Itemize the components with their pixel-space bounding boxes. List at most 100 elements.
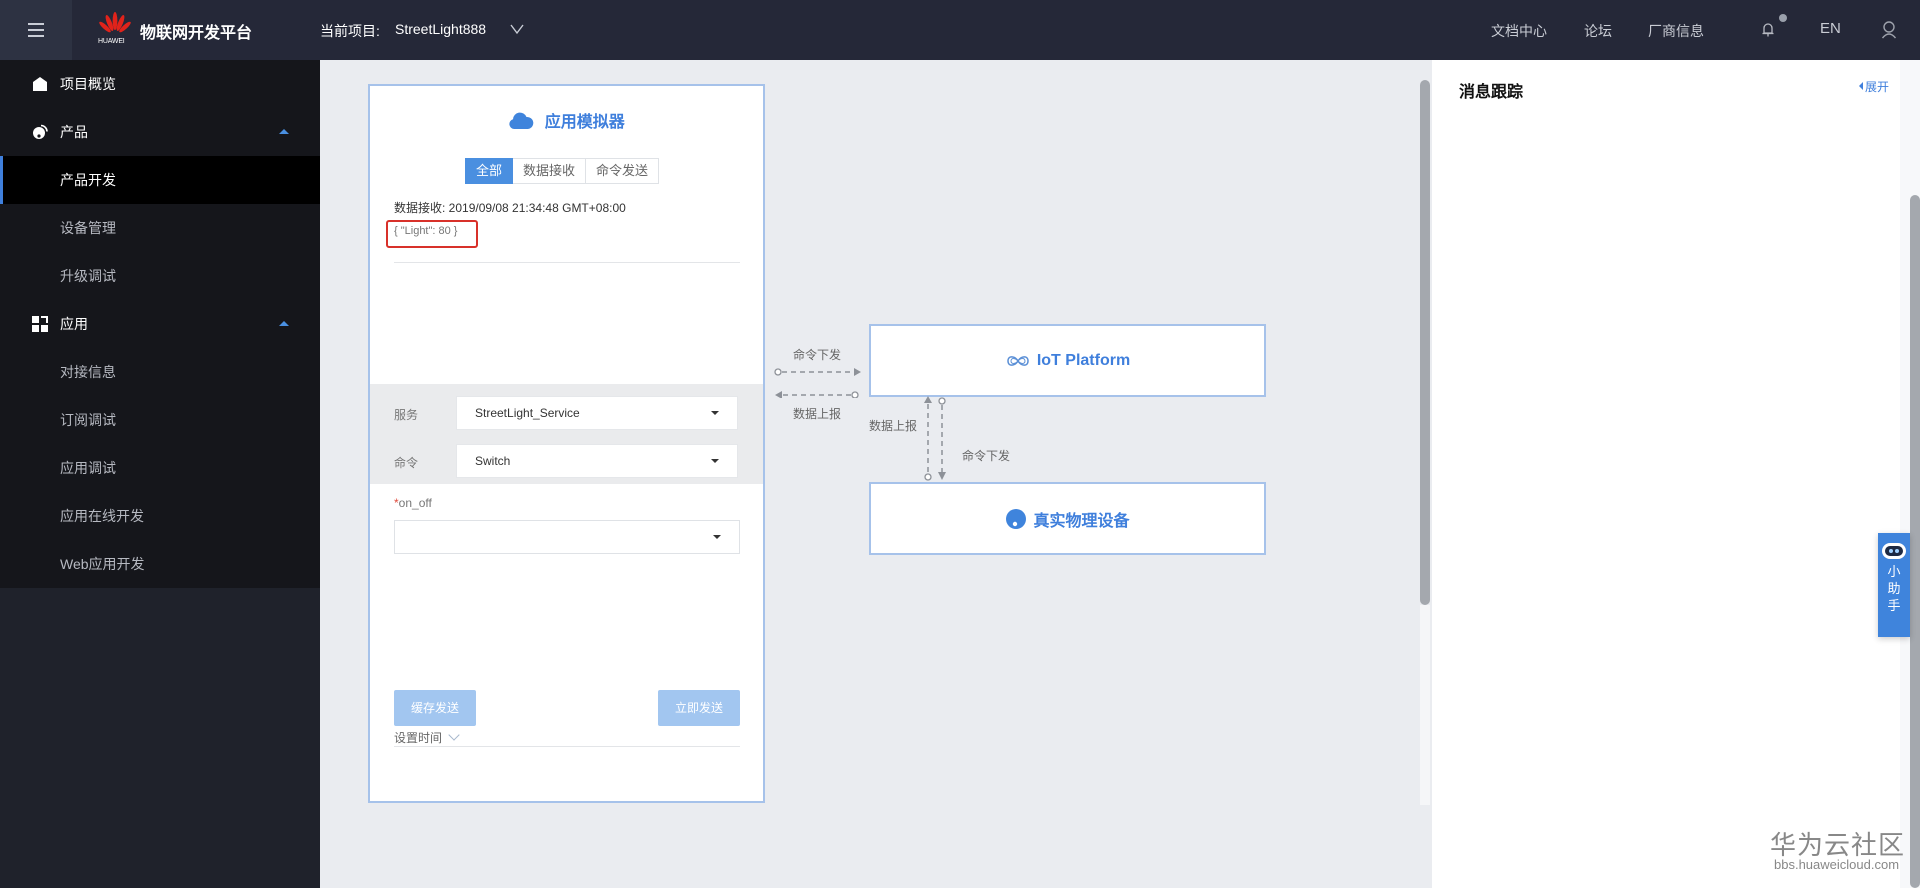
sidebar-item-device-mgmt[interactable]: 设备管理 — [0, 204, 320, 252]
divider — [394, 746, 740, 747]
caret-down-icon — [711, 411, 719, 415]
iot-platform-label: IoT Platform — [1036, 351, 1131, 369]
horizontal-arrows — [774, 368, 861, 398]
tab-data-receive[interactable]: 数据接收 — [513, 158, 587, 184]
flow-label-cmd-down: 命令下发 — [793, 348, 842, 362]
app-title: 物联网开发平台 — [140, 25, 253, 42]
command-form: 服务 StreetLight_Service 命令 Switch — [370, 384, 763, 484]
set-time-toggle[interactable]: 设置时间 — [394, 729, 460, 746]
arrow-right-icon — [774, 368, 861, 376]
huawei-petals-icon — [99, 12, 131, 33]
chevron-down-icon — [448, 729, 460, 741]
expand-label: 展开 — [1865, 80, 1890, 94]
page-scrollbar[interactable] — [1910, 195, 1920, 888]
caret-left-icon — [1859, 82, 1863, 90]
simulator-title: 应用模拟器 — [370, 108, 763, 132]
message-header: 数据接收: 2019/09/08 21:34:48 GMT+08:00 — [394, 201, 626, 215]
link-forum[interactable]: 论坛 — [1584, 21, 1612, 41]
sidebar-item-label: 应用在线开发 — [60, 508, 144, 524]
sidebar-item-label: 订阅调试 — [60, 412, 116, 428]
sidebar-item-label: 设备管理 — [60, 220, 116, 236]
project-label: 当前项目: — [320, 23, 380, 39]
sidebar-item-label: 升级调试 — [60, 268, 116, 284]
caret-up-icon — [279, 321, 289, 326]
notification-dot — [1779, 14, 1787, 22]
sidebar-item-product-dev[interactable]: 产品开发 — [0, 156, 320, 204]
vertical-arrows — [924, 396, 946, 481]
language-switch[interactable]: EN — [1820, 20, 1841, 37]
home-icon — [33, 77, 47, 91]
sidebar-item-subscription-debug[interactable]: 订阅调试 — [0, 396, 320, 444]
top-bar: HUAWEI 物联网开发平台 当前项目: StreetLight888 文档中心… — [0, 0, 1920, 60]
command-value: Switch — [475, 454, 511, 468]
sidebar-item-app-debug[interactable]: 应用调试 — [0, 444, 320, 492]
flow-label-data-up-vertical: 数据上报 — [869, 419, 918, 433]
flow-label-cmd-down-vertical: 命令下发 — [962, 449, 1011, 463]
infinity-icon — [1007, 355, 1029, 366]
cache-send-button[interactable]: 缓存发送 — [394, 690, 476, 726]
bell-icon[interactable] — [1761, 22, 1775, 38]
sidebar-group-label: 项目概览 — [60, 76, 116, 92]
robot-icon — [1882, 543, 1906, 559]
menu-button[interactable] — [0, 0, 72, 60]
stage-scrollbar[interactable] — [1420, 80, 1430, 605]
sidebar-item-label: 对接信息 — [60, 364, 116, 380]
sidebar-item-upgrade-debug[interactable]: 升级调试 — [0, 252, 320, 300]
cloud-icon — [509, 112, 534, 129]
sidebar-group-app[interactable]: 应用 — [0, 300, 320, 348]
tab-all[interactable]: 全部 — [465, 158, 514, 184]
sidebar-item-label: 应用调试 — [60, 460, 116, 476]
app-grid-icon — [32, 316, 48, 332]
divider — [394, 262, 740, 263]
link-docs[interactable]: 文档中心 — [1491, 21, 1547, 41]
project-selector[interactable]: StreetLight888 — [395, 21, 486, 37]
expand-button[interactable]: 展开 — [1859, 78, 1889, 95]
caret-up-icon — [279, 129, 289, 134]
on-off-select[interactable] — [394, 520, 740, 554]
sidebar-item-integration-info[interactable]: 对接信息 — [0, 348, 320, 396]
user-icon[interactable] — [1881, 21, 1897, 39]
assistant-label: 小 助 手 — [1887, 564, 1901, 613]
product-icon — [33, 124, 48, 139]
service-value: StreetLight_Service — [475, 406, 580, 420]
huawei-logo: HUAWEI — [98, 12, 132, 46]
message-trace-title: 消息跟踪 — [1459, 84, 1524, 101]
watermark-url: bbs.huaweicloud.com — [1774, 857, 1900, 872]
arrow-down-icon — [938, 397, 946, 480]
message-payload: { "Light": 80 } — [394, 225, 458, 237]
service-label: 服务 — [394, 408, 419, 422]
link-vendor[interactable]: 厂商信息 — [1648, 21, 1704, 41]
logo-text: HUAWEI — [98, 38, 125, 45]
param-label: *on_off — [394, 496, 432, 510]
iot-platform-node: IoT Platform — [869, 324, 1266, 397]
sidebar-group-label: 应用 — [60, 316, 88, 332]
send-now-button[interactable]: 立即发送 — [658, 690, 740, 726]
app-simulator-panel: 应用模拟器 全部 数据接收 命令发送 数据接收: 2019/09/08 21:3… — [368, 84, 765, 803]
sidebar-item-web-app-dev[interactable]: Web应用开发 — [0, 540, 320, 588]
chevron-down-icon[interactable] — [509, 22, 525, 36]
tab-command-send[interactable]: 命令发送 — [586, 158, 660, 184]
simulator-tabs: 全部 数据接收 命令发送 — [465, 158, 660, 184]
device-icon — [1006, 508, 1027, 529]
message-trace-panel: 消息跟踪 展开 — [1432, 60, 1900, 888]
command-select[interactable]: Switch — [456, 444, 738, 478]
sidebar-item-online-dev[interactable]: 应用在线开发 — [0, 492, 320, 540]
physical-device-node: 真实物理设备 — [869, 482, 1266, 555]
arrow-left-icon — [775, 391, 859, 398]
simulator-title-text: 应用模拟器 — [544, 114, 625, 131]
sidebar-item-label: 产品开发 — [60, 172, 116, 188]
flow-label-data-up: 数据上报 — [793, 407, 842, 421]
assistant-button[interactable]: 小 助 手 — [1878, 533, 1910, 637]
sidebar: 项目概览 产品 产品开发 设备管理 升级调试 应用 对接信息 订阅调试 应用调试… — [0, 60, 320, 888]
caret-down-icon — [711, 459, 719, 463]
arrow-up-icon — [924, 396, 932, 481]
set-time-label: 设置时间 — [394, 731, 443, 745]
sidebar-item-label: Web应用开发 — [60, 556, 145, 572]
service-select[interactable]: StreetLight_Service — [456, 396, 738, 430]
sidebar-group-product[interactable]: 产品 — [0, 108, 320, 156]
scrollbar-track — [1420, 605, 1430, 805]
hamburger-icon — [28, 23, 44, 37]
command-label: 命令 — [394, 456, 419, 470]
sidebar-group-overview[interactable]: 项目概览 — [0, 60, 320, 108]
sidebar-group-label: 产品 — [60, 124, 88, 140]
